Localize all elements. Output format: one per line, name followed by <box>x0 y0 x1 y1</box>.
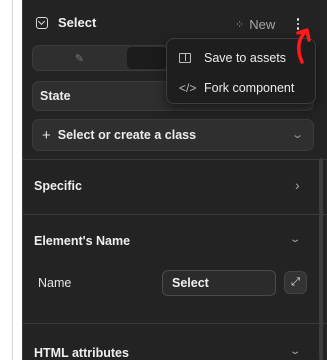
plus-icon: + <box>42 126 51 144</box>
section-title-element-name[interactable]: Element's Name <box>34 234 130 248</box>
section-title-html-attributes[interactable]: HTML attributes <box>34 346 129 360</box>
name-input[interactable] <box>162 270 276 296</box>
code-icon: </> <box>179 81 197 95</box>
scrollbar[interactable] <box>319 158 323 360</box>
page-divider <box>12 0 13 360</box>
more-options-menu: Save to assets </> Fork component <box>166 38 316 104</box>
section-title-specific[interactable]: Specific <box>34 179 82 193</box>
class-selector-label: Select or create a class <box>57 128 197 142</box>
chevron-down-icon[interactable]: ⌄ <box>289 346 302 357</box>
toggle-active-option[interactable] <box>127 47 167 69</box>
expand-button[interactable]: ⤢ <box>284 271 307 294</box>
menu-item-save-to-assets[interactable]: Save to assets <box>167 44 315 72</box>
chevron-down-icon[interactable]: ⌄ <box>289 234 302 245</box>
menu-item-label: Save to assets <box>204 51 286 65</box>
move-dots-icon: ⁘ <box>235 18 245 31</box>
new-button[interactable]: ⁘ New <box>235 15 275 33</box>
panel-title: Select <box>58 15 97 30</box>
new-button-label: New <box>249 16 276 32</box>
more-options-button[interactable] <box>292 14 304 34</box>
expand-arrows-icon: ⤢ <box>291 276 300 288</box>
section-divider <box>23 214 327 215</box>
class-selector-button[interactable]: + Select or create a class ⌄ <box>32 119 314 151</box>
book-icon <box>179 53 191 63</box>
pencil-icon: ✎ <box>74 52 85 65</box>
panel-header: Select ⁘ New <box>23 0 327 42</box>
vertical-ellipsis-icon <box>296 27 300 30</box>
state-label: State <box>40 89 71 103</box>
page-gutter <box>0 0 12 360</box>
section-divider <box>23 323 327 324</box>
menu-item-fork-component[interactable]: </> Fork component <box>167 74 315 102</box>
settings-panel: Select ⁘ New ✎ State + Select or create … <box>22 0 327 360</box>
menu-item-label: Fork component <box>204 81 295 95</box>
select-element-icon <box>36 17 48 29</box>
chevron-right-icon[interactable]: › <box>295 177 300 193</box>
name-label: Name <box>38 276 72 290</box>
toggle-edit-option[interactable]: ✎ <box>33 46 126 70</box>
vertical-ellipsis-icon <box>296 18 300 21</box>
section-divider <box>23 159 327 160</box>
vertical-ellipsis-icon <box>296 22 300 26</box>
chevron-down-icon: ⌄ <box>290 129 304 141</box>
